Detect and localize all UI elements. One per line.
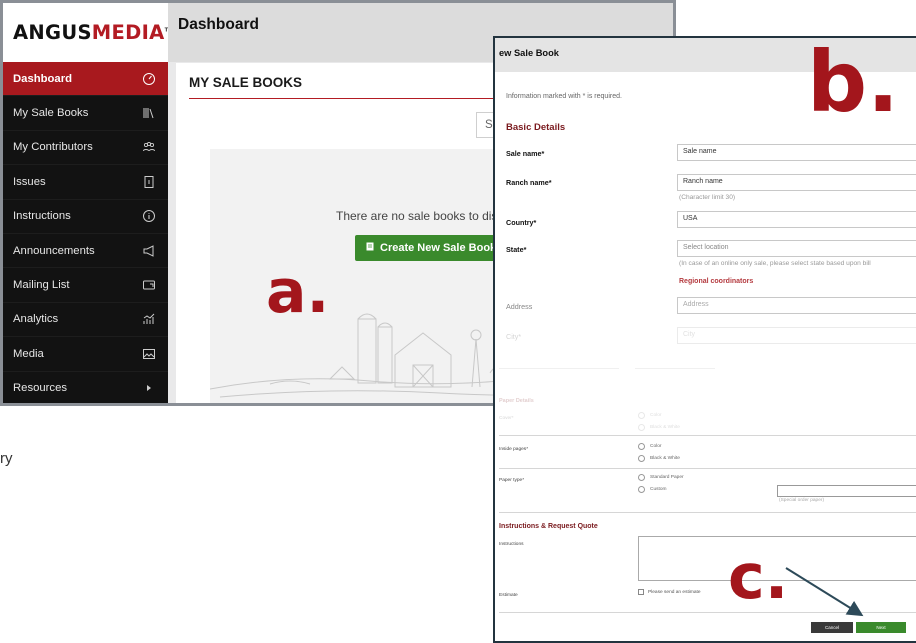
arrow-to-next-icon bbox=[785, 567, 864, 617]
screenshot-composite: ANGUSMEDIATM Dashboard My Sale Books My … bbox=[0, 0, 916, 643]
